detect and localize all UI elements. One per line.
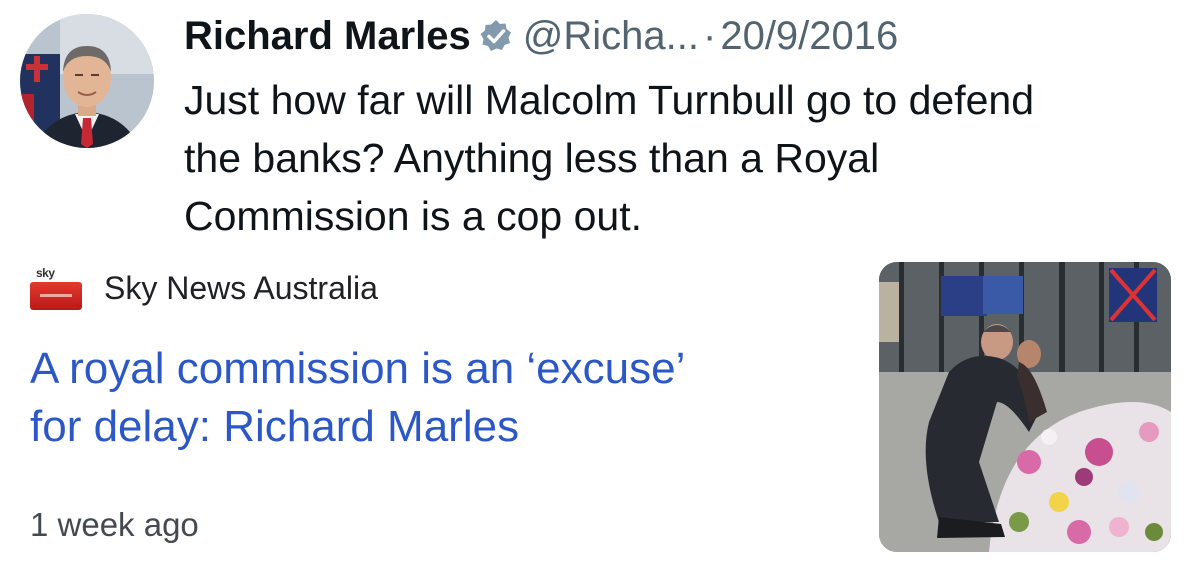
source-name: Sky News Australia (104, 269, 378, 306)
headline-line[interactable]: A royal commission is an ‘excuse’ (30, 340, 830, 398)
separator-dot: · (703, 14, 717, 58)
verified-badge-icon (479, 19, 513, 53)
sky-news-logo-icon: sky (30, 266, 82, 310)
author-avatar[interactable] (20, 14, 154, 148)
news-photo (879, 262, 1171, 552)
avatar-photo (20, 14, 154, 148)
tweet-header: Richard Marles @Richa... · 20/9/2016 (184, 12, 898, 60)
author-handle[interactable]: @Richa... (523, 12, 699, 60)
tweet-date[interactable]: 20/9/2016 (720, 12, 898, 60)
tweet-text: Just how far will Malcolm Turnbull go to… (184, 71, 1184, 245)
headline-line[interactable]: for delay: Richard Marles (30, 398, 830, 456)
author-name[interactable]: Richard Marles (184, 12, 471, 60)
news-thumbnail[interactable] (879, 262, 1171, 552)
tweet-text-line: Commission is a cop out. (184, 193, 643, 239)
news-source: sky Sky News Australia (30, 264, 378, 312)
sky-logo-text: sky (36, 266, 55, 280)
news-headline[interactable]: A royal commission is an ‘excuse’ for de… (30, 340, 830, 456)
tweet[interactable]: Richard Marles @Richa... · 20/9/2016 Jus… (0, 0, 1200, 245)
news-timestamp: 1 week ago (30, 506, 199, 543)
tweet-text-line: the banks? Anything less than a Royal (184, 135, 880, 181)
news-card[interactable]: sky Sky News Australia A royal commissio… (0, 250, 1200, 570)
tweet-text-line: Just how far will Malcolm Turnbull go to… (184, 77, 1035, 123)
